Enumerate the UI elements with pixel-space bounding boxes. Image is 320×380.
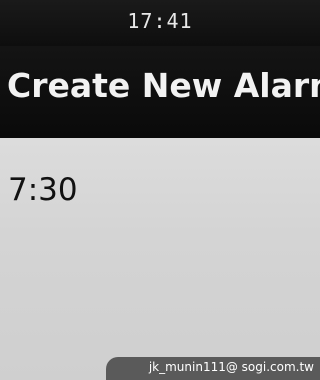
alarm-content-area: 7:30 [0,138,320,380]
watermark-banner: jk_munin111@ sogi.com.tw [106,357,320,380]
watermark-text: jk_munin111@ sogi.com.tw [148,360,314,374]
status-bar: 17:41 [0,0,320,46]
page-title: Create New Alarm [7,66,320,105]
title-bar: Create New Alarm [0,46,320,138]
alarm-time-field[interactable]: 7:30 [8,172,78,208]
phone-screen: 17:41 Create New Alarm 7:30 jk_munin111@… [0,0,320,380]
status-clock: 17:41 [127,9,193,33]
